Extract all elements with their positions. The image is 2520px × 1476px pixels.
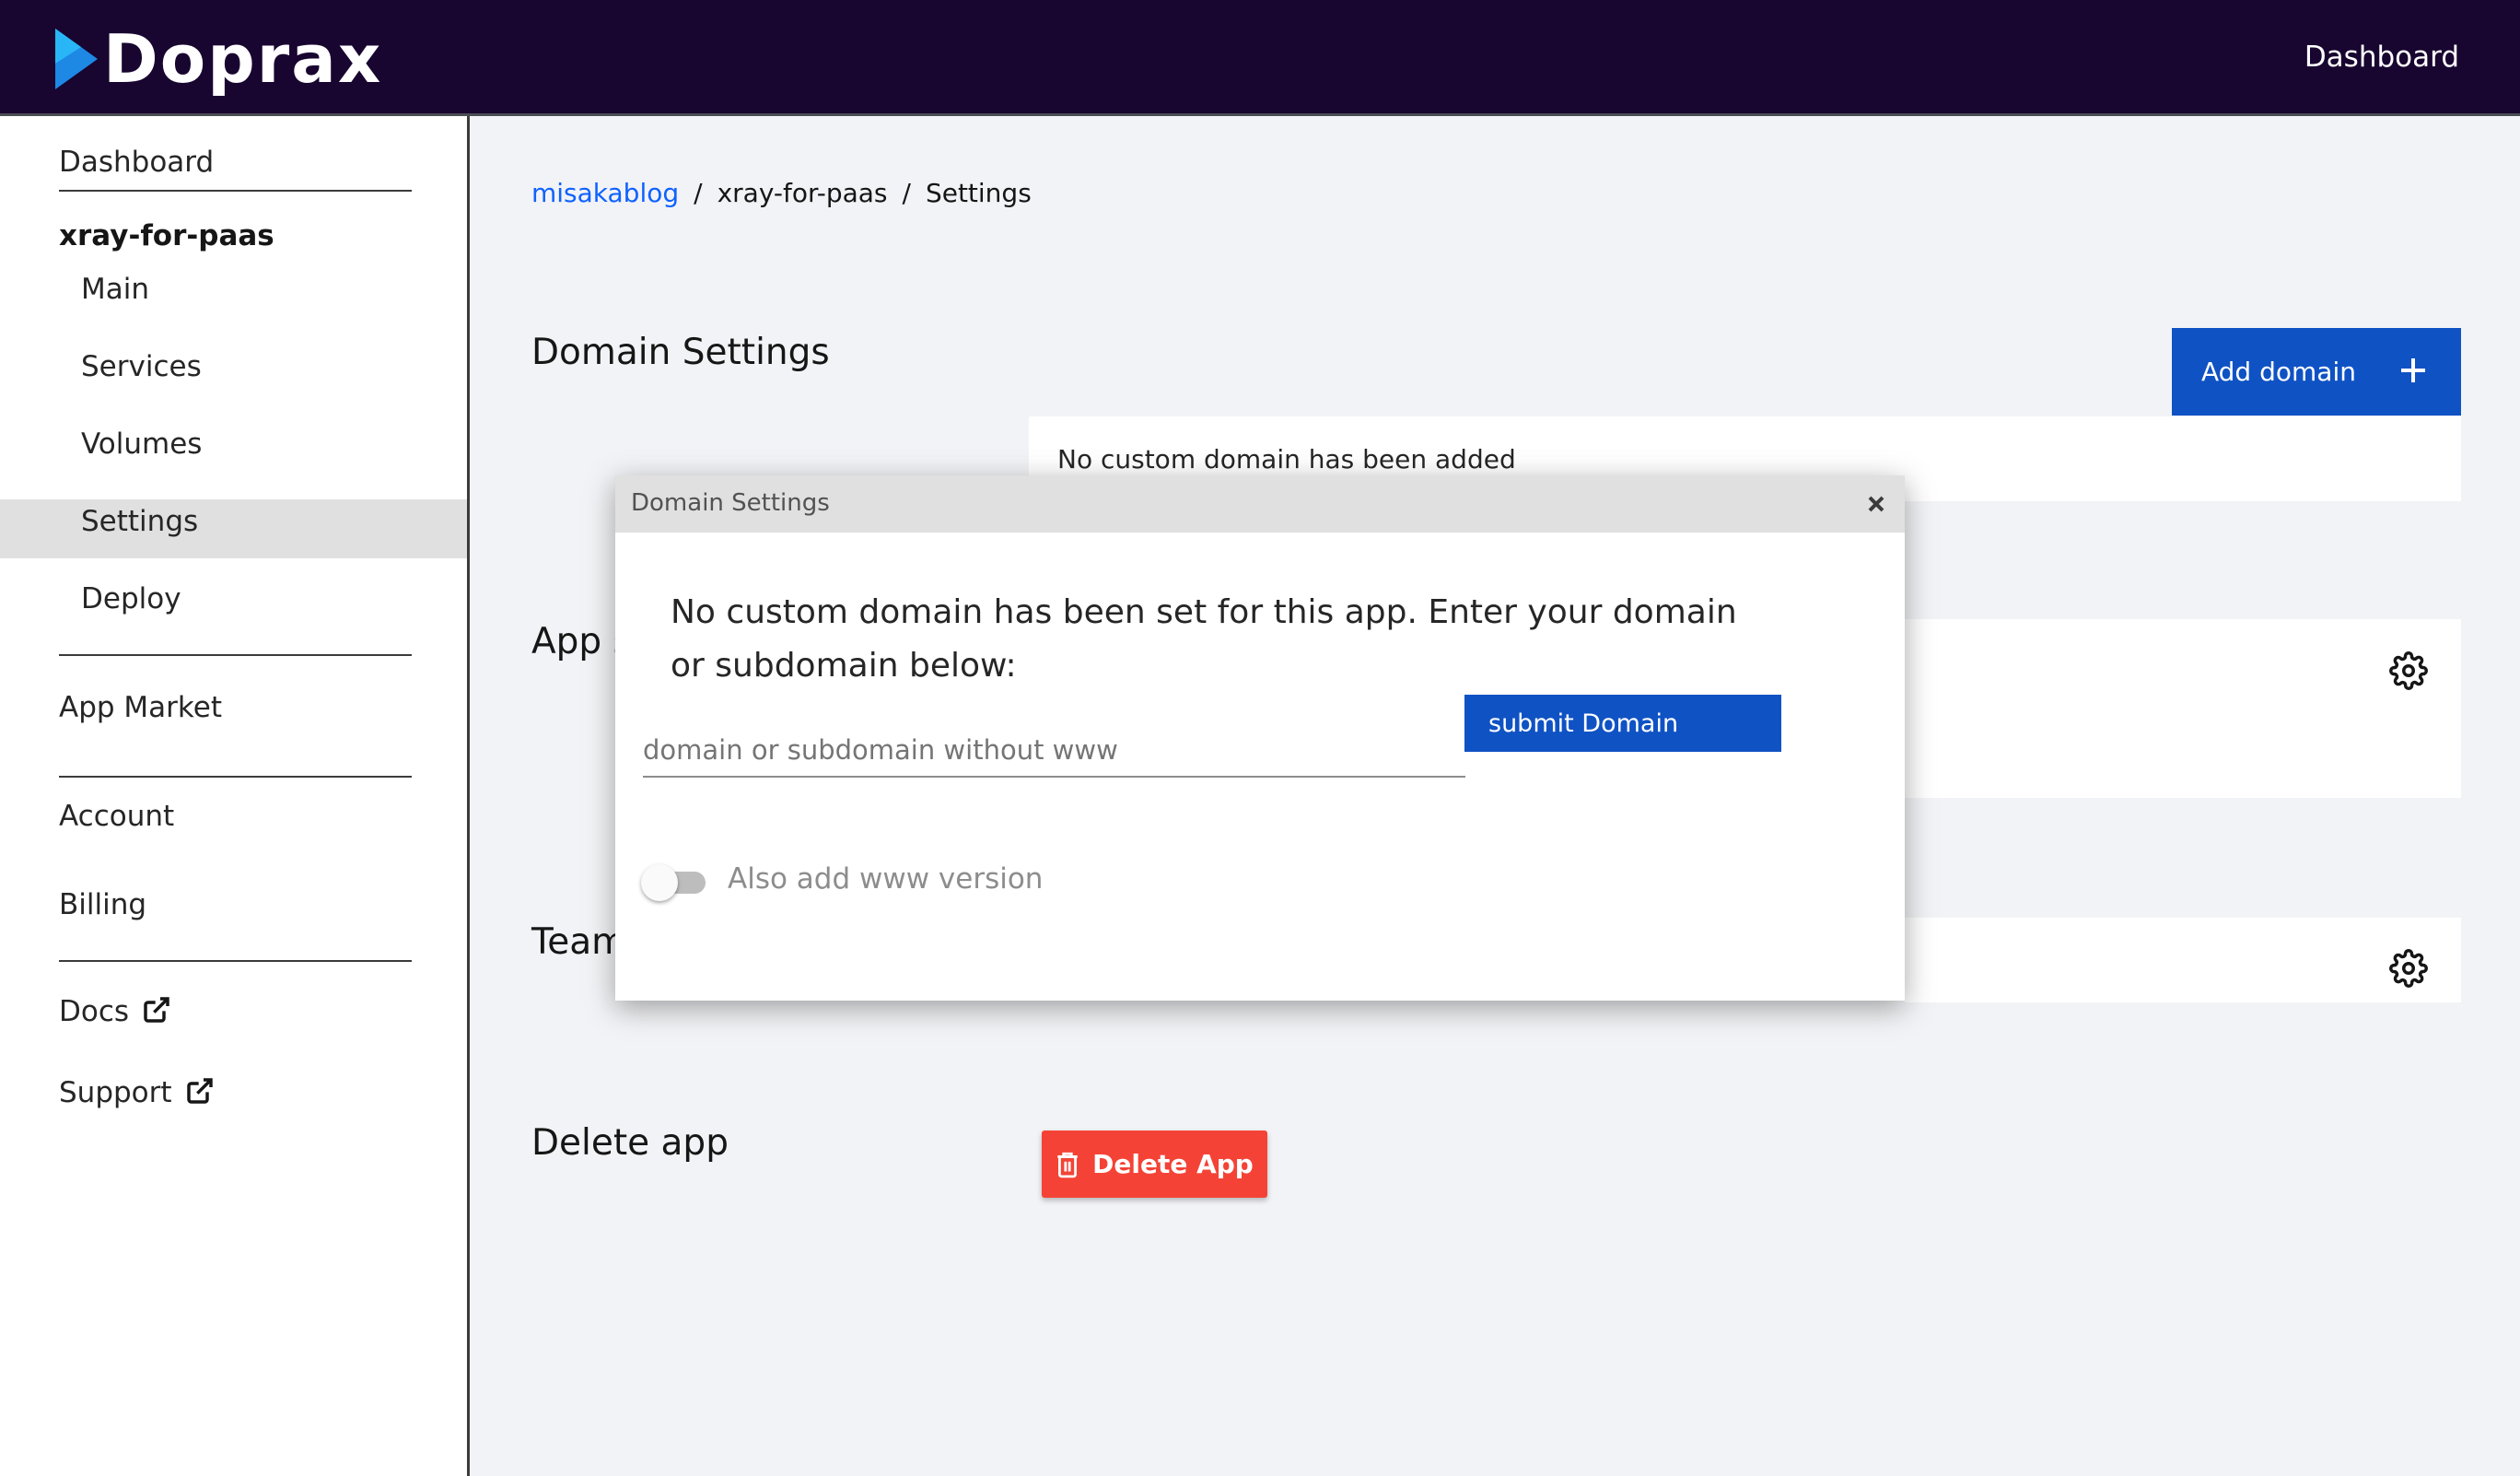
sidebar-item-docs-label: Docs (59, 995, 130, 1028)
domain-input-wrapper (643, 724, 1465, 778)
trash-icon (1057, 1152, 1078, 1177)
sidebar-item-deploy[interactable]: Deploy (81, 582, 181, 615)
gear-icon[interactable] (2389, 651, 2428, 690)
sidebar-item-docs[interactable]: Docs (59, 995, 171, 1028)
nav-dashboard-link[interactable]: Dashboard (2304, 41, 2459, 74)
www-version-label: Also add www version (728, 862, 1044, 896)
breadcrumb-separator: / (694, 178, 703, 208)
add-domain-button[interactable]: Add domain (2172, 328, 2461, 416)
modal-title: Domain Settings (631, 489, 830, 517)
breadcrumb-app: xray-for-paas (717, 178, 888, 208)
sidebar-item-main[interactable]: Main (81, 273, 149, 306)
domain-settings-modal: Domain Settings No custom domain has bee… (615, 475, 1905, 1001)
plus-icon (2401, 358, 2425, 382)
app-settings-card (1905, 619, 2461, 798)
sidebar-item-support[interactable]: Support (59, 1076, 215, 1109)
sidebar-divider (59, 190, 412, 192)
top-navbar: Doprax Dashboard (0, 0, 2520, 116)
delete-app-label: Delete App (1092, 1149, 1254, 1179)
modal-header: Domain Settings (615, 475, 1905, 533)
breadcrumb: misakablog / xray-for-paas / Settings (531, 178, 1032, 208)
domain-input[interactable] (643, 724, 1465, 778)
sidebar-item-billing[interactable]: Billing (59, 888, 146, 921)
modal-message: No custom domain has been set for this a… (671, 593, 1737, 685)
sidebar-divider (59, 776, 412, 778)
sidebar-item-account[interactable]: Account (59, 800, 174, 833)
no-domain-text: No custom domain has been added (1057, 444, 1516, 474)
sidebar-item-support-label: Support (59, 1076, 172, 1109)
sidebar-item-settings[interactable]: Settings (81, 505, 198, 538)
toggle-thumb (641, 864, 678, 901)
team-card (1905, 918, 2461, 1002)
close-icon[interactable] (1861, 488, 1892, 520)
breadcrumb-link-misakablog[interactable]: misakablog (531, 178, 679, 208)
logo[interactable]: Doprax (53, 22, 382, 96)
sidebar-divider (59, 960, 412, 962)
sidebar-active-highlight (0, 499, 467, 558)
gear-icon[interactable] (2389, 949, 2428, 988)
submit-domain-button[interactable]: submit Domain (1464, 695, 1781, 752)
logo-play-icon (55, 29, 98, 89)
sidebar-item-app-market[interactable]: App Market (59, 691, 222, 724)
breadcrumb-separator: / (902, 178, 911, 208)
www-version-toggle[interactable] (641, 861, 707, 901)
logo-text: Doprax (103, 20, 383, 98)
sidebar-divider (59, 654, 412, 656)
breadcrumb-current: Settings (925, 178, 1032, 208)
delete-app-title: Delete app (531, 1122, 729, 1164)
sidebar-item-dashboard[interactable]: Dashboard (59, 146, 214, 179)
sidebar-item-services[interactable]: Services (81, 350, 202, 383)
sidebar-item-volumes[interactable]: Volumes (81, 428, 202, 461)
delete-app-button[interactable]: Delete App (1042, 1130, 1267, 1198)
team-section-title: Team (531, 921, 627, 963)
domain-settings-title: Domain Settings (531, 332, 830, 373)
sidebar-app-name: xray-for-paas (59, 219, 274, 252)
external-link-icon (186, 1078, 213, 1104)
add-domain-label: Add domain (2201, 357, 2356, 387)
sidebar: Dashboard xray-for-paas Main Services Vo… (0, 116, 470, 1476)
external-link-icon (144, 997, 169, 1023)
